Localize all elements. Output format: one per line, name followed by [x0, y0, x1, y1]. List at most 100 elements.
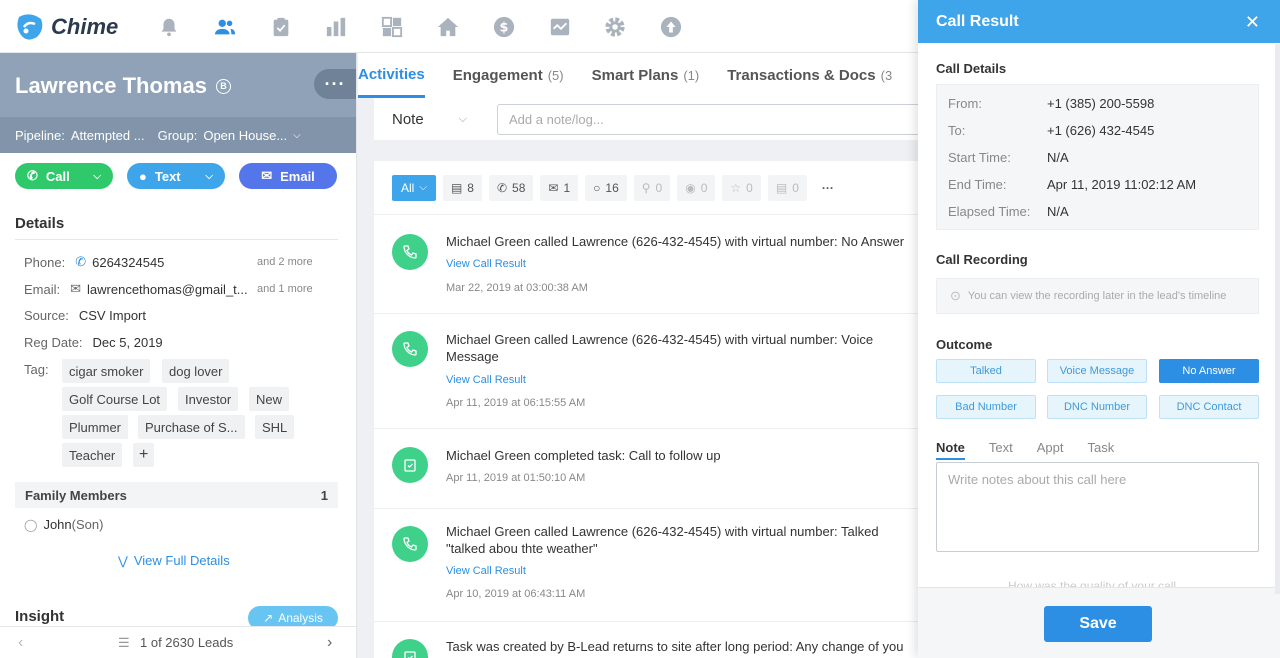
tag-chip[interactable]: Teacher: [62, 443, 123, 467]
outcome-dnc-number-button[interactable]: DNC Number: [1047, 395, 1147, 419]
filter-emails[interactable]: ✉ 1: [540, 174, 579, 201]
tag-chip[interactable]: Investor: [178, 387, 239, 411]
email-value[interactable]: lawrencethomas@gmail_t...: [87, 282, 248, 297]
bell-icon[interactable]: [157, 16, 181, 38]
filter-notes[interactable]: ▤ 8: [442, 174, 482, 201]
chevron-right-icon[interactable]: ›: [327, 634, 332, 652]
tab-engagement[interactable]: Engagement (5): [453, 53, 564, 98]
note-tabs: Note Text Appt Task: [936, 440, 1138, 460]
gear-icon[interactable]: [603, 16, 627, 38]
phone-icon: ✆: [27, 168, 38, 183]
family-member-row[interactable]: ◯ John (Son): [24, 517, 103, 532]
lead-grade-badge: B: [215, 78, 231, 94]
filter-searches[interactable]: ⚲ 0: [633, 174, 671, 201]
call-button[interactable]: ✆ Call ⌵: [15, 163, 113, 189]
tab-note[interactable]: Note: [936, 440, 965, 460]
tab-count: (5): [547, 68, 564, 83]
people-icon[interactable]: [213, 16, 237, 38]
email-button[interactable]: ✉ Email: [239, 163, 337, 189]
view-call-result-link[interactable]: View Call Result: [446, 258, 526, 270]
chevron-left-icon[interactable]: ‹: [18, 634, 23, 652]
chevron-down-icon[interactable]: ⌵: [205, 171, 213, 182]
tag-chip[interactable]: cigar smoker: [62, 359, 151, 383]
bar-chart-icon[interactable]: [324, 16, 348, 38]
task-check-icon: [392, 447, 428, 483]
home-icon[interactable]: [436, 16, 460, 38]
activity-feed: All ⌵ ▤ 8 ✆ 58 ✉ 1 ○ 16 ⚲ 0 ◉ 0 ☆ 0 ▤ 0 ··· Micha…: [374, 161, 918, 658]
tab-appt[interactable]: Appt: [1037, 440, 1064, 460]
tab-task[interactable]: Task: [1087, 440, 1114, 460]
grid-icon[interactable]: [380, 16, 404, 38]
close-icon[interactable]: ✕: [1245, 12, 1260, 33]
start-time-row: Start Time: N/A: [948, 150, 1069, 165]
filter-more-button[interactable]: ···: [814, 175, 842, 201]
chat-icon: ○: [593, 180, 601, 195]
tag-chip[interactable]: Purchase of S...: [138, 415, 245, 439]
phone-call-icon[interactable]: ✆: [75, 254, 86, 270]
view-call-result-link[interactable]: View Call Result: [446, 565, 526, 577]
elapsed-time-label: Elapsed Time:: [948, 204, 1031, 219]
app-logo[interactable]: Chime: [15, 12, 118, 42]
tag-chip[interactable]: Golf Course Lot: [62, 387, 168, 411]
view-full-details-link[interactable]: ⋁ View Full Details: [118, 553, 230, 568]
outcome-voice-message-button[interactable]: Voice Message: [1047, 359, 1147, 383]
note-input[interactable]: Add a note/log...: [497, 104, 918, 135]
filter-views[interactable]: ◉ 0: [677, 174, 716, 201]
tab-text[interactable]: Text: [989, 440, 1013, 460]
filter-favorites[interactable]: ☆ 0: [722, 174, 761, 201]
phone-more-link[interactable]: and 2 more: [257, 256, 313, 268]
filter-label: 0: [700, 180, 708, 195]
mail-icon[interactable]: ✉: [70, 281, 81, 297]
filter-transactions[interactable]: ▤ 0: [767, 174, 807, 201]
filter-label: All: [401, 180, 415, 195]
phone-call-icon: [392, 526, 428, 562]
analysis-label: Analysis: [278, 611, 323, 625]
filter-texts[interactable]: ○ 16: [585, 174, 627, 201]
activity-chart-icon[interactable]: [548, 16, 572, 38]
more-options-button[interactable]: ···: [314, 69, 356, 99]
tab-transactions-docs[interactable]: Transactions & Docs (3: [727, 53, 892, 98]
tag-chip[interactable]: New: [249, 387, 290, 411]
outcome-talked-button[interactable]: Talked: [936, 359, 1036, 383]
end-time-label: End Time:: [948, 177, 1007, 192]
tab-activities[interactable]: Activities: [358, 53, 425, 98]
chat-bubble-icon: ●: [139, 168, 147, 184]
tag-label-row: Tag:: [24, 362, 59, 377]
save-button[interactable]: Save: [1044, 606, 1152, 642]
to-label: To:: [948, 123, 966, 138]
phone-value[interactable]: 6264324545: [92, 255, 164, 270]
outcome-dnc-contact-button[interactable]: DNC Contact: [1159, 395, 1259, 419]
activity-text: Michael Green completed task: Call to fo…: [446, 448, 721, 463]
reg-date-value: Dec 5, 2019: [92, 335, 163, 350]
lead-tabs: Activities Engagement (5) Smart Plans (1) …: [358, 53, 918, 98]
call-notes-textarea[interactable]: Write notes about this call here: [936, 462, 1259, 552]
clipboard-icon[interactable]: [269, 16, 293, 38]
view-call-result-link[interactable]: View Call Result: [446, 374, 526, 386]
panel-title: Call Result: [936, 12, 1019, 30]
chevron-down-icon[interactable]: ⌵: [293, 130, 301, 141]
text-button[interactable]: ● Text ⌵: [127, 163, 225, 189]
view-full-details-label: View Full Details: [133, 553, 230, 568]
activity-area: Activities Engagement (5) Smart Plans (1) …: [358, 53, 918, 658]
chevron-down-icon: ⌵: [458, 112, 467, 125]
filter-calls[interactable]: ✆ 58: [488, 174, 534, 201]
chevron-down-icon[interactable]: ⌵: [93, 171, 101, 182]
email-more-link[interactable]: and 1 more: [257, 283, 313, 295]
tag-chip[interactable]: SHL: [255, 415, 295, 439]
tab-smart-plans[interactable]: Smart Plans (1): [592, 53, 700, 98]
outcome-no-answer-button[interactable]: No Answer: [1159, 359, 1259, 383]
eye-icon: ◉: [685, 180, 696, 195]
tag-chip[interactable]: dog lover: [162, 359, 230, 383]
note-type-select[interactable]: Note ⌵: [374, 111, 479, 128]
panel-scrollbar[interactable]: [1275, 44, 1280, 594]
call-label: Call: [45, 168, 70, 184]
dollar-icon[interactable]: $: [492, 16, 516, 38]
group-value[interactable]: Open House...: [203, 128, 287, 143]
add-tag-button[interactable]: +: [133, 443, 155, 467]
source-row: Source: CSV Import: [24, 308, 146, 323]
tag-chip[interactable]: Plummer: [62, 415, 129, 439]
upload-icon[interactable]: [659, 16, 683, 38]
outcome-bad-number-button[interactable]: Bad Number: [936, 395, 1036, 419]
filter-all[interactable]: All ⌵: [392, 174, 436, 201]
pipeline-value[interactable]: Attempted ...: [71, 128, 145, 143]
